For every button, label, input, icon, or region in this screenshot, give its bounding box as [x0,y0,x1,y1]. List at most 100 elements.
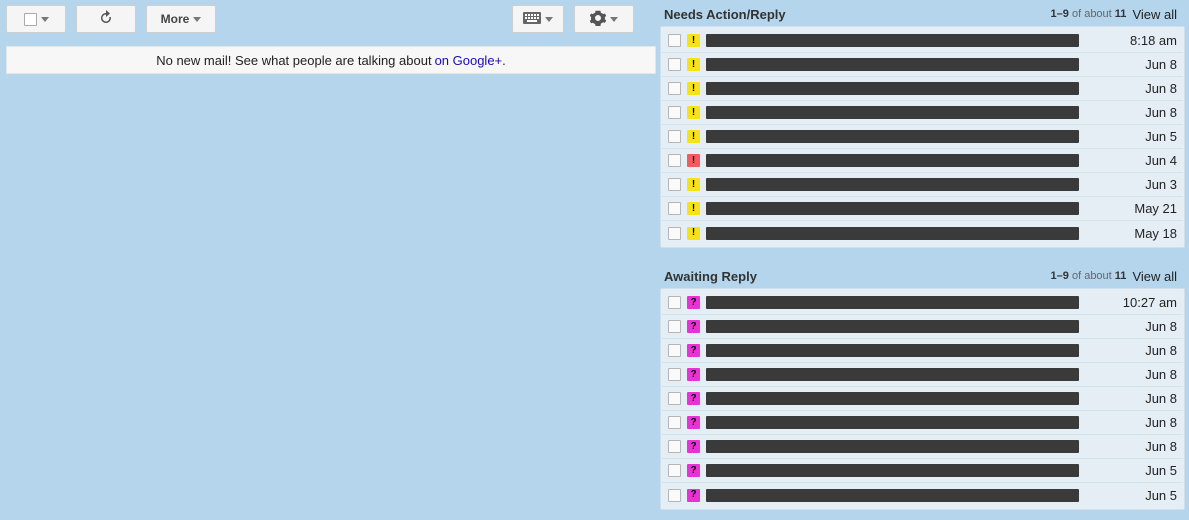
more-label: More [161,12,190,26]
caret-down-icon [41,17,49,22]
mail-row[interactable]: 8:18 am [662,29,1183,53]
mail-row[interactable]: Jun 8 [662,77,1183,101]
refresh-button[interactable] [76,5,136,33]
mail-row[interactable]: Jun 8 [662,101,1183,125]
google-plus-link[interactable]: on Google+ [435,53,503,68]
mail-row[interactable]: Jun 8 [662,53,1183,77]
view-all-link[interactable]: View all [1132,269,1177,284]
section-title: Awaiting Reply [664,269,757,284]
row-checkbox[interactable] [668,227,681,240]
row-date: Jun 8 [1091,57,1177,72]
awaiting-badge-icon [687,296,700,309]
row-date: Jun 8 [1091,439,1177,454]
redacted-subject [706,227,1079,240]
section-needs-action: Needs Action/Reply 1–9 of about 11 View … [660,4,1185,248]
awaiting-badge-icon [687,489,700,502]
select-all-button[interactable] [6,5,66,33]
mail-row[interactable]: Jun 8 [662,339,1183,363]
needs-action-badge-icon [687,106,700,119]
mail-row[interactable]: May 18 [662,221,1183,245]
needs-action-badge-icon [687,227,700,240]
row-checkbox[interactable] [668,344,681,357]
row-date: Jun 5 [1091,129,1177,144]
row-checkbox[interactable] [668,296,681,309]
row-date: Jun 8 [1091,81,1177,96]
row-checkbox[interactable] [668,130,681,143]
redacted-subject [706,392,1079,405]
row-checkbox[interactable] [668,392,681,405]
section-header: Needs Action/Reply 1–9 of about 11 View … [660,4,1185,26]
mail-row[interactable]: Jun 4 [662,149,1183,173]
row-date: 8:18 am [1091,33,1177,48]
mail-row[interactable]: Jun 5 [662,483,1183,507]
mail-row[interactable]: May 21 [662,197,1183,221]
empty-inbox-banner: No new mail! See what people are talking… [6,46,656,74]
row-date: May 21 [1091,201,1177,216]
needs-action-badge-icon [687,82,700,95]
mail-row[interactable]: Jun 5 [662,125,1183,149]
row-checkbox[interactable] [668,154,681,167]
row-checkbox[interactable] [668,82,681,95]
section-title: Needs Action/Reply [664,7,786,22]
row-checkbox[interactable] [668,178,681,191]
mail-row[interactable]: 10:27 am [662,291,1183,315]
caret-down-icon [545,17,553,22]
row-checkbox[interactable] [668,34,681,47]
mail-row[interactable]: Jun 8 [662,315,1183,339]
row-date: Jun 4 [1091,153,1177,168]
settings-button[interactable] [574,5,634,33]
mail-row[interactable]: Jun 8 [662,387,1183,411]
awaiting-badge-icon [687,344,700,357]
row-date: Jun 3 [1091,177,1177,192]
needs-action-badge-icon [687,202,700,215]
row-checkbox[interactable] [668,106,681,119]
caret-down-icon [610,17,618,22]
row-date: Jun 8 [1091,391,1177,406]
row-checkbox[interactable] [668,416,681,429]
redacted-subject [706,82,1079,95]
row-checkbox[interactable] [668,489,681,502]
row-date: Jun 5 [1091,488,1177,503]
row-date: 10:27 am [1091,295,1177,310]
row-checkbox[interactable] [668,202,681,215]
row-checkbox[interactable] [668,368,681,381]
row-checkbox[interactable] [668,320,681,333]
awaiting-badge-icon [687,368,700,381]
refresh-icon [98,10,114,29]
gear-icon [590,10,606,29]
view-all-link[interactable]: View all [1132,7,1177,22]
row-date: Jun 8 [1091,415,1177,430]
redacted-subject [706,296,1079,309]
awaiting-badge-icon [687,392,700,405]
row-date: Jun 8 [1091,367,1177,382]
mail-row[interactable]: Jun 8 [662,435,1183,459]
awaiting-badge-icon [687,320,700,333]
mail-row[interactable]: Jun 5 [662,459,1183,483]
section-rows: 8:18 am Jun 8 Jun 8 Jun 8 Jun 5 Jun 4 Jun 3 May… [660,26,1185,248]
more-button[interactable]: More [146,5,216,33]
toolbar-left: More [6,4,226,34]
needs-action-badge-icon [687,58,700,71]
needs-action-badge-icon [687,154,700,167]
redacted-subject [706,464,1079,477]
input-tools-button[interactable] [512,5,564,33]
row-checkbox[interactable] [668,464,681,477]
row-checkbox[interactable] [668,58,681,71]
row-date: Jun 8 [1091,105,1177,120]
mail-row[interactable]: Jun 8 [662,363,1183,387]
mail-row[interactable]: Jun 3 [662,173,1183,197]
redacted-subject [706,154,1079,167]
redacted-subject [706,130,1079,143]
mail-row[interactable]: Jun 8 [662,411,1183,435]
row-checkbox[interactable] [668,440,681,453]
redacted-subject [706,489,1079,502]
needs-action-badge-icon [687,130,700,143]
section-count: 1–9 of about 11 [1051,270,1127,282]
awaiting-badge-icon [687,416,700,429]
row-date: Jun 5 [1091,463,1177,478]
redacted-subject [706,58,1079,71]
checkbox-icon [24,13,37,26]
redacted-subject [706,34,1079,47]
needs-action-badge-icon [687,178,700,191]
caret-down-icon [193,17,201,22]
